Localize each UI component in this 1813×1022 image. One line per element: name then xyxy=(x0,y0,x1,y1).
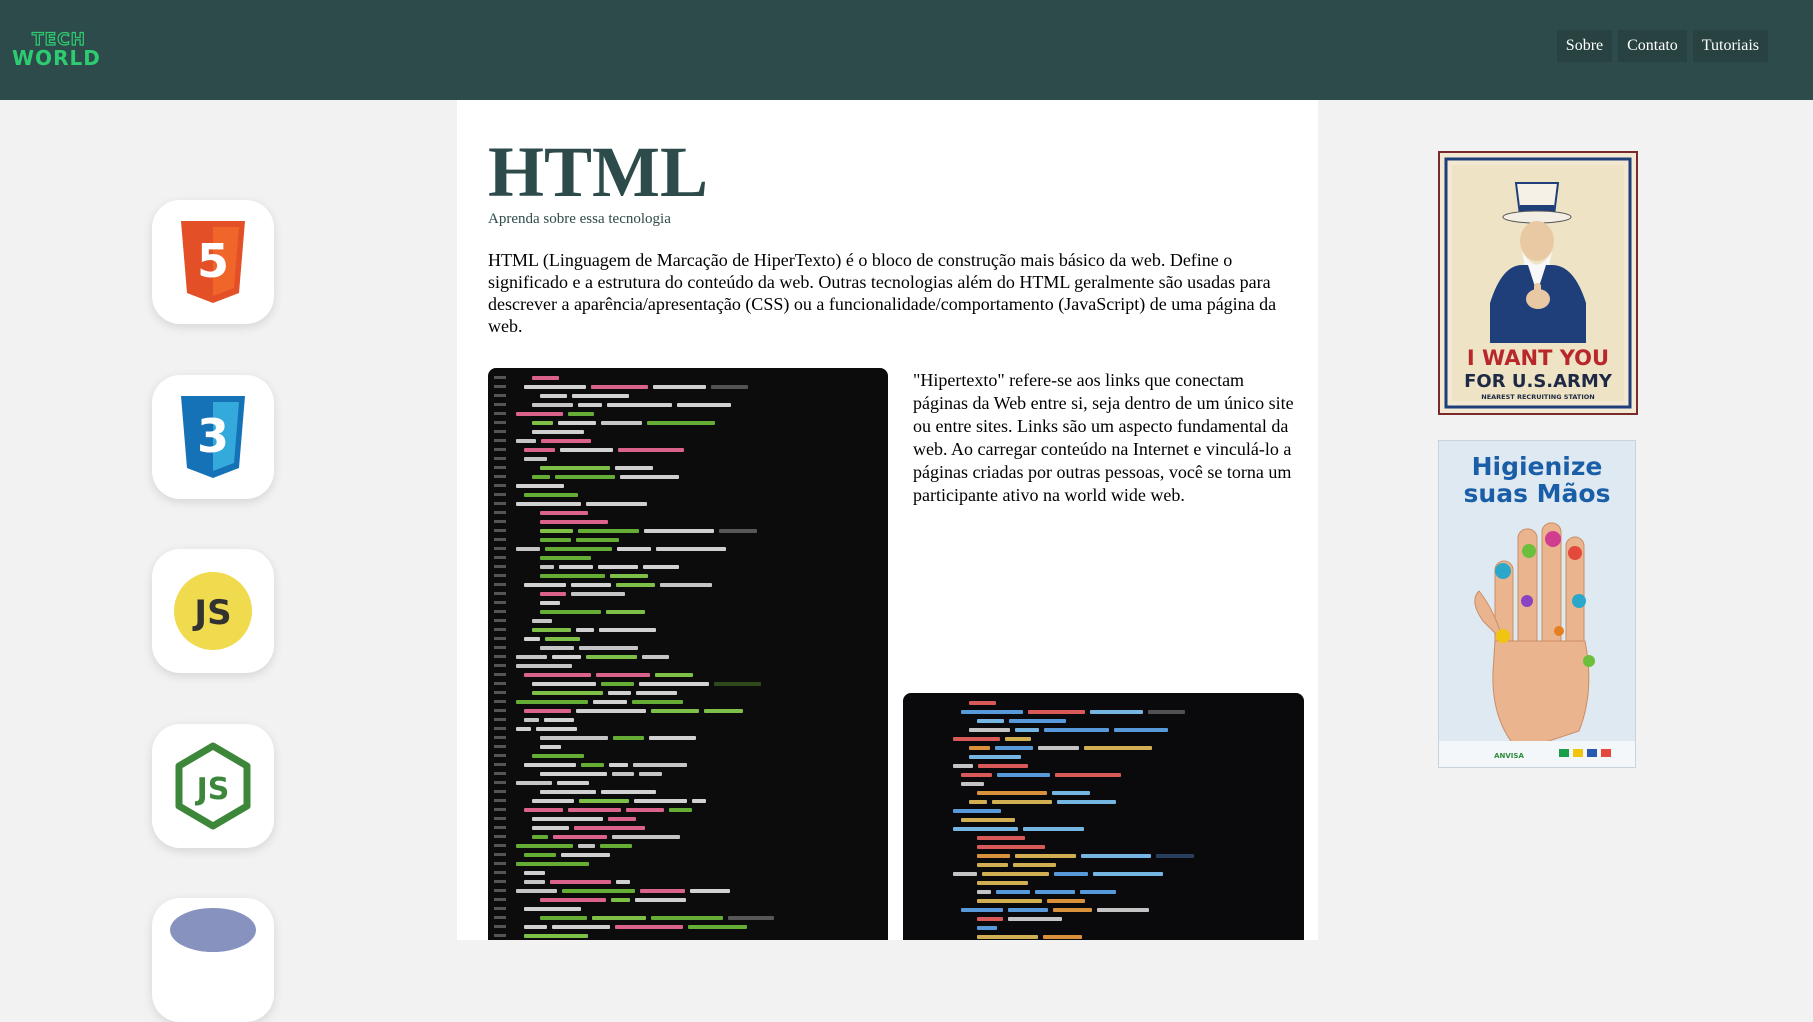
html5-icon: 5 xyxy=(181,221,245,303)
top-navbar: TECH WORLD Sobre Contato Tutoriais xyxy=(0,0,1813,100)
nav-link-tutoriais[interactable]: Tutoriais xyxy=(1692,30,1768,62)
nav-link-sobre[interactable]: Sobre xyxy=(1556,30,1613,62)
page-title: HTML xyxy=(488,132,709,212)
svg-text:ANVISA: ANVISA xyxy=(1494,752,1524,760)
main-nav: Sobre Contato Tutoriais xyxy=(1556,30,1768,62)
svg-text:3: 3 xyxy=(197,409,229,463)
page-subtitle: Aprenda sobre essa tecnologia xyxy=(488,211,671,227)
php-card[interactable] xyxy=(152,898,274,1022)
nodejs-icon: JS xyxy=(175,742,251,830)
logo-world-text: WORLD xyxy=(12,46,101,70)
javascript-card[interactable]: JS xyxy=(152,549,274,673)
javascript-icon: JS xyxy=(174,572,252,650)
main-article: HTML Aprenda sobre essa tecnologia HTML … xyxy=(457,100,1318,940)
nodejs-card[interactable]: JS xyxy=(152,724,274,848)
css3-icon: 3 xyxy=(181,396,245,478)
html5-card[interactable]: 5 xyxy=(152,200,274,324)
code-screenshot-image xyxy=(488,368,888,940)
svg-text:JS: JS xyxy=(192,593,231,633)
svg-text:FOR U.S.ARMY: FOR U.S.ARMY xyxy=(1464,371,1613,392)
svg-text:JS: JS xyxy=(195,772,230,807)
svg-text:I WANT YOU: I WANT YOU xyxy=(1467,346,1609,370)
code-editor-image xyxy=(903,693,1304,940)
svg-text:5: 5 xyxy=(197,234,229,288)
hypertext-paragraph: "Hipertexto" refere-se aos links que con… xyxy=(913,370,1294,505)
php-icon xyxy=(170,908,256,952)
nav-link-contato[interactable]: Contato xyxy=(1618,30,1687,62)
svg-text:Higienize: Higienize xyxy=(1472,452,1603,481)
army-poster-ad[interactable]: I WANT YOU FOR U.S.ARMY NEAREST RECRUITI… xyxy=(1438,151,1638,415)
css3-card[interactable]: 3 xyxy=(152,375,274,499)
techworld-logo[interactable]: TECH WORLD xyxy=(12,31,104,70)
hand-hygiene-ad[interactable]: Higienize suas Mãos ANVISA xyxy=(1438,440,1636,768)
svg-text:NEAREST RECRUITING STATION: NEAREST RECRUITING STATION xyxy=(1481,393,1595,401)
svg-text:suas Mãos: suas Mãos xyxy=(1464,479,1611,508)
intro-paragraph: HTML (Linguagem de Marcação de HiperText… xyxy=(488,250,1277,336)
